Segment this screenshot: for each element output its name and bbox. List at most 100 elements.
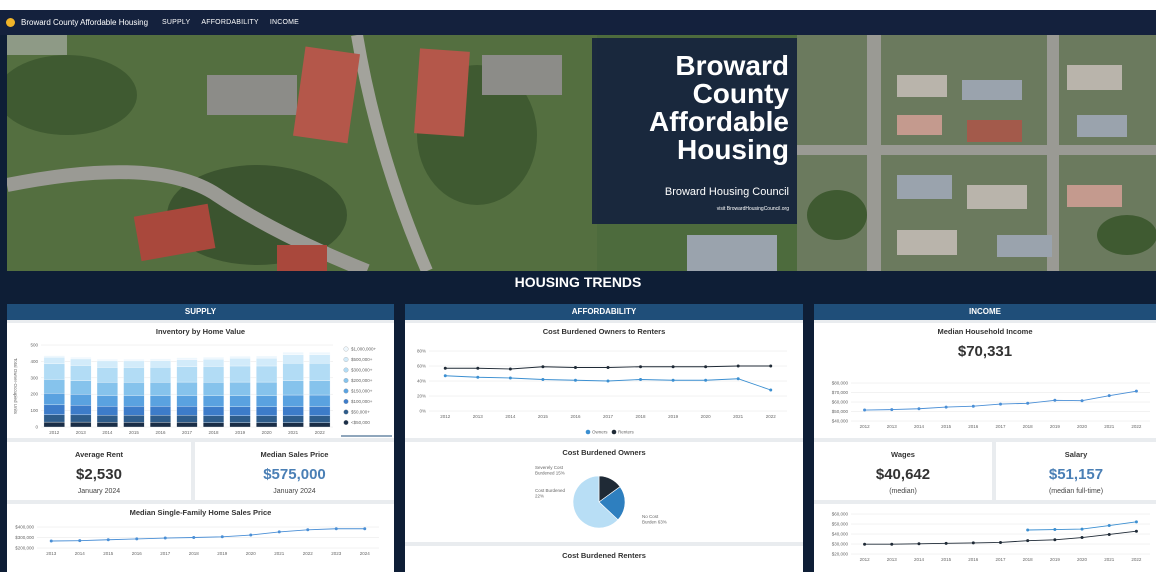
data-point: [1134, 520, 1138, 524]
bar-segment: [149, 382, 171, 396]
data-point: [639, 378, 643, 381]
pie-label: Severely Cost: [535, 465, 564, 470]
x-tick-label: 2016: [132, 551, 143, 556]
bar-segment: [176, 357, 198, 360]
bar-segment: [123, 422, 145, 428]
data-point: [476, 366, 480, 370]
rent-date: January 2024: [77, 488, 121, 495]
bar-segment: [203, 382, 225, 396]
bar-segment: [96, 415, 118, 423]
data-point: [736, 364, 740, 368]
bar-segment: [229, 406, 251, 416]
bar-segment: [70, 357, 92, 360]
cb-owners-renters-chart: 80% 60% 40% 20% 0% 2012 2013 2014 2015 2016 2017 20…: [417, 349, 787, 435]
bar-segment: [282, 352, 304, 355]
data-point: [999, 402, 1002, 406]
sf-sales-title: Median Single-Family Home Sales Price: [129, 508, 272, 517]
y-tick-label: $60,000: [832, 512, 849, 517]
bar-segment: [229, 358, 251, 367]
series-line: [864, 390, 1137, 411]
bar-segment: [123, 395, 145, 407]
bar-segment: [256, 395, 278, 407]
bar-segment: [70, 421, 92, 428]
hero-visit-link[interactable]: visit BrowardHousingCouncil.org: [717, 206, 789, 212]
data-point: [890, 542, 894, 546]
pie-label: Burdened 15%: [535, 471, 565, 476]
bar-segment: [229, 415, 251, 423]
bar-segment: [309, 422, 331, 428]
x-tick-label: 2019: [1050, 557, 1061, 562]
y-tick-label: 40%: [417, 379, 426, 384]
data-point: [863, 408, 867, 412]
x-tick-label: 2014: [102, 430, 113, 435]
x-tick-label: 2013: [76, 430, 87, 435]
data-point: [606, 366, 610, 369]
bar-segment: [70, 405, 92, 416]
bar-segment: [229, 365, 251, 383]
legend-label: $500,000+: [351, 357, 373, 362]
bar-segment: [282, 354, 304, 364]
data-point: [704, 365, 708, 369]
bar-segment: [149, 415, 171, 423]
data-point: [1053, 528, 1057, 532]
x-tick-label: 2016: [155, 430, 166, 435]
data-point: [639, 365, 643, 369]
y-tick-label: $50,000: [832, 409, 849, 414]
rent-value: $2,530: [76, 466, 122, 483]
data-point: [1107, 394, 1111, 398]
nav-link-affordability[interactable]: AFFORDABILITY: [201, 19, 258, 26]
nav-title[interactable]: Broward County Affordable Housing: [21, 18, 148, 27]
sf-sales-panel: Median Single-Family Home Sales Price $4…: [7, 504, 394, 572]
x-tick-label: 2015: [103, 551, 114, 556]
data-point: [1053, 538, 1057, 542]
x-tick-label: 2017: [603, 414, 614, 419]
data-point: [1053, 398, 1057, 402]
bar-segment: [70, 365, 92, 381]
data-point: [1134, 389, 1138, 393]
data-point: [476, 375, 480, 379]
bar-segment: [176, 381, 198, 396]
cb-renters-panel: Cost Burdened Renters: [405, 546, 803, 572]
wages-salary-panel: $60,000 $50,000 $40,000 $30,000 $20,000 2012 2…: [814, 504, 1156, 572]
x-tick-label: 2015: [129, 430, 140, 435]
rent-panel: Average Rent $2,530 January 2024: [7, 442, 191, 500]
bar-segment: [123, 382, 145, 396]
supply-column: SUPPLY Inventory by Home Value 0 100 200 30…: [7, 304, 394, 572]
bar-segment: [96, 359, 118, 362]
bar-segment: [123, 360, 145, 368]
pie-label: Cost Burdened: [535, 488, 566, 493]
data-point: [573, 378, 577, 382]
x-tick-label: 2023: [331, 551, 342, 556]
bar-segment: [309, 354, 331, 364]
bar-segment: [282, 380, 304, 396]
data-point: [704, 378, 708, 382]
x-tick-label: 2021: [274, 551, 285, 556]
inventory-title: Inventory by Home Value: [155, 327, 246, 336]
bar-segment: [43, 421, 65, 428]
sales-label: Median Sales Price: [260, 450, 329, 459]
data-point: [249, 533, 253, 537]
nav-link-supply[interactable]: SUPPLY: [162, 19, 190, 26]
x-tick-label: 2018: [1023, 424, 1034, 429]
bar-segment: [123, 406, 145, 416]
salary-note: (median full-time): [1048, 488, 1104, 495]
bar-segment: [96, 395, 118, 407]
x-tick-label: 2013: [887, 424, 898, 429]
series-line: [51, 528, 365, 542]
hero-title-line: Broward: [675, 50, 789, 81]
bar-segment: [203, 366, 225, 383]
bar-segment: [309, 352, 331, 355]
bar-segment: [176, 395, 198, 407]
bar-segment: [229, 356, 251, 359]
hero-title-line: County: [692, 78, 789, 109]
cb-owners-panel: Cost Burdened Owners Severely Cost Burden…: [405, 442, 803, 542]
data-point: [163, 536, 167, 540]
cb-owners-title: Cost Burdened Owners: [562, 448, 646, 457]
data-point: [863, 542, 867, 546]
nav-link-income[interactable]: INCOME: [270, 19, 299, 26]
bar-segment: [123, 359, 145, 362]
legend-swatch: [343, 399, 349, 404]
x-tick-label: 2018: [636, 414, 647, 419]
x-tick-label: 2013: [473, 414, 484, 419]
x-tick-label: 2020: [701, 414, 712, 419]
